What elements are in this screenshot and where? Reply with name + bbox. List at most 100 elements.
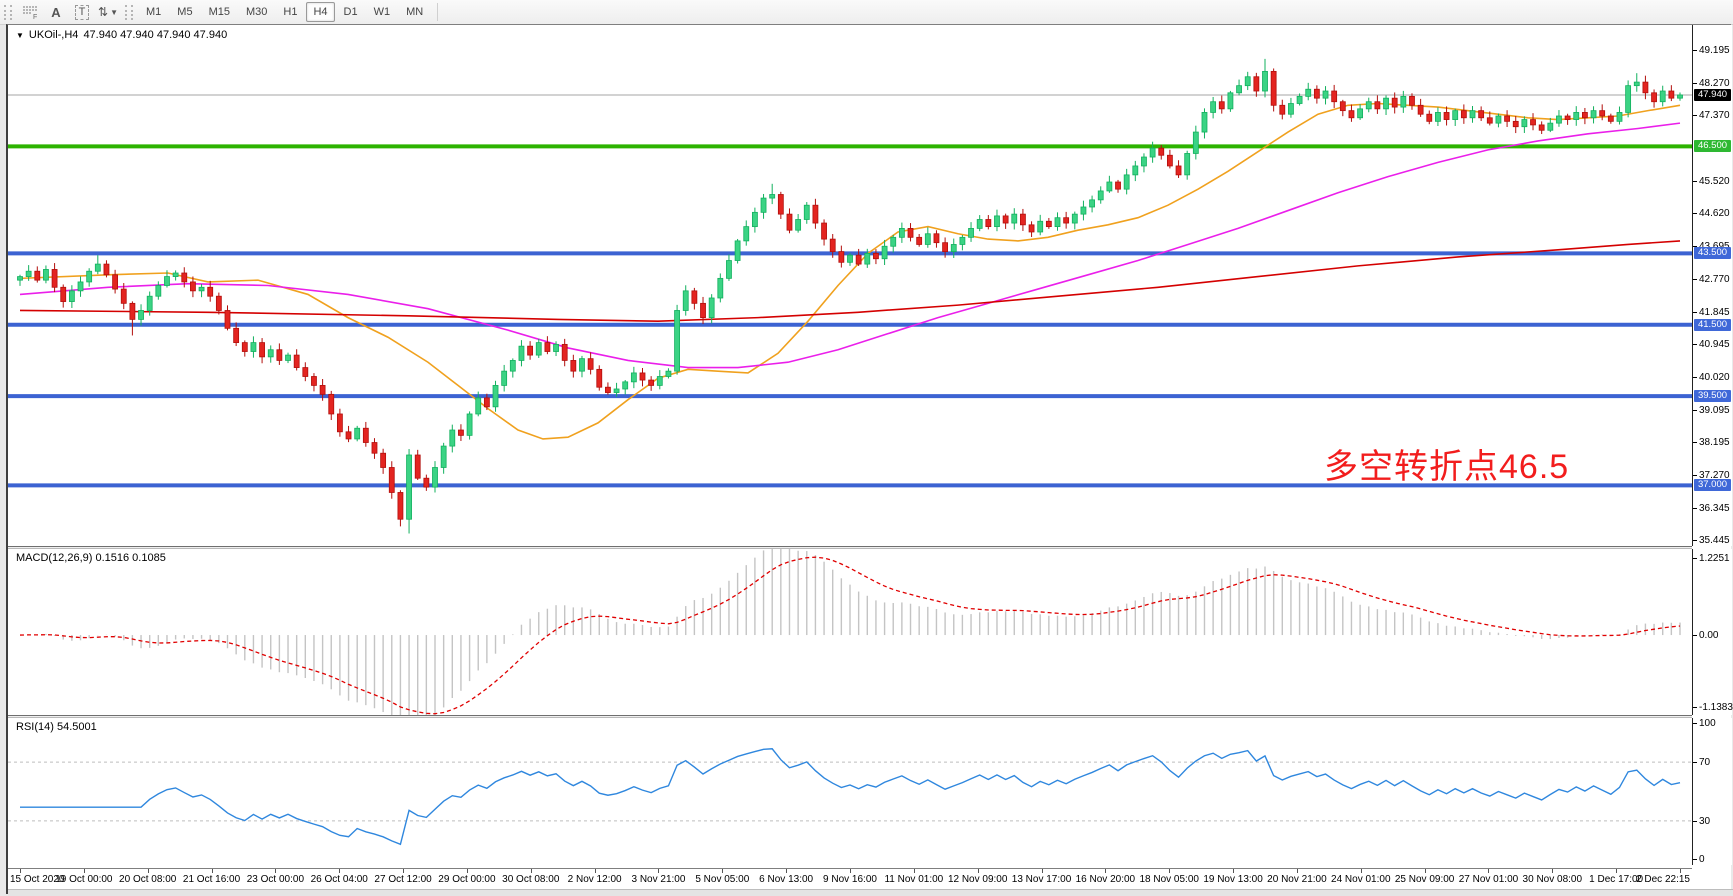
time-label: 24 Nov 01:00 — [1331, 874, 1391, 885]
time-label: 19 Oct 00:00 — [55, 874, 112, 885]
time-tick — [1105, 869, 1106, 873]
time-tick — [1680, 869, 1681, 873]
time-tick — [914, 869, 915, 873]
time-tick — [786, 869, 787, 873]
price-badge-39.500: 39.500 — [1694, 390, 1731, 402]
macd-tick: 0.00 — [1699, 630, 1718, 641]
time-label: 27 Oct 12:00 — [374, 874, 431, 885]
price-tick: 45.520 — [1699, 176, 1730, 187]
timeframe-button-m5[interactable]: M5 — [170, 2, 199, 22]
price-tick: 38.195 — [1699, 437, 1730, 448]
price-badge-37.000: 37.000 — [1694, 479, 1731, 491]
chevron-down-icon[interactable]: ▼ — [110, 8, 118, 17]
macd-axis[interactable]: 1.22510.00-1.1383 — [1692, 549, 1732, 715]
rsi-pane[interactable]: RSI(14) 54.5001 — [8, 718, 1692, 865]
price-axis[interactable]: 49.19548.27047.37045.52044.62043.69542.7… — [1692, 25, 1732, 546]
macd-pane[interactable]: MACD(12,26,9) 0.1516 0.1085 — [8, 549, 1692, 715]
time-label: 1 Dec 17:00 — [1589, 874, 1643, 885]
time-tick — [275, 869, 276, 873]
price-badge-41.500: 41.500 — [1694, 319, 1731, 331]
time-label: 21 Oct 16:00 — [183, 874, 240, 885]
time-tick — [1233, 869, 1234, 873]
price-tick: 35.445 — [1699, 535, 1730, 546]
price-badge-47.940: 47.940 — [1694, 89, 1731, 101]
time-tick — [84, 869, 85, 873]
timeframe-button-h1[interactable]: H1 — [276, 2, 304, 22]
toolbar-separator — [437, 3, 438, 21]
window-bottom-edge — [8, 889, 1733, 896]
price-tick: 41.845 — [1699, 307, 1730, 318]
time-tick — [467, 869, 468, 873]
time-tick — [1488, 869, 1489, 873]
timeframe-button-h4[interactable]: H4 — [306, 2, 334, 22]
toolbar: F A T ⇅ ▼ M1M5M15M30H1H4D1W1MN — [0, 0, 1733, 25]
timeframe-button-m1[interactable]: M1 — [139, 2, 168, 22]
text-label-tool-button[interactable]: T — [70, 1, 94, 23]
rsi-canvas[interactable] — [8, 718, 1692, 865]
price-badge-43.500: 43.500 — [1694, 247, 1731, 259]
time-label: 23 Oct 00:00 — [247, 874, 304, 885]
price-tick: 48.270 — [1699, 78, 1730, 89]
time-label: 26 Oct 04:00 — [311, 874, 368, 885]
time-axis[interactable]: 15 Oct 202019 Oct 00:0020 Oct 08:0021 Oc… — [8, 868, 1692, 889]
mt4-window: { "toolbar": { "tools": [ {"id": "templa… — [0, 0, 1733, 894]
macd-canvas[interactable] — [8, 549, 1692, 715]
templates-f-glyph: F — [33, 14, 37, 20]
time-label: 18 Nov 05:00 — [1139, 874, 1199, 885]
symbol-quotes: 47.940 47.940 47.940 47.940 — [83, 29, 227, 41]
templates-tool-icon[interactable]: F — [18, 1, 42, 23]
time-label: 30 Nov 08:00 — [1523, 874, 1583, 885]
price-tick: 44.620 — [1699, 208, 1730, 219]
time-label: 6 Nov 13:00 — [759, 874, 813, 885]
rsi-tick: 100 — [1699, 718, 1716, 729]
timeframe-button-w1[interactable]: W1 — [367, 2, 398, 22]
time-label: 2 Nov 12:00 — [568, 874, 622, 885]
timeframe-button-m30[interactable]: M30 — [239, 2, 274, 22]
rsi-tick: 0 — [1699, 854, 1705, 865]
time-tick — [531, 869, 532, 873]
time-label: 19 Nov 13:00 — [1203, 874, 1263, 885]
timeframe-button-mn[interactable]: MN — [399, 2, 430, 22]
price-tick: 39.095 — [1699, 405, 1730, 416]
chart-window: ▼ UKOil-,H4 47.940 47.940 47.940 47.940 … — [6, 24, 1731, 894]
time-label: 11 Nov 01:00 — [884, 874, 943, 885]
price-tick: 40.020 — [1699, 372, 1730, 383]
price-tick: 36.345 — [1699, 503, 1730, 514]
time-tick — [850, 869, 851, 873]
time-label: 30 Oct 08:00 — [502, 874, 559, 885]
time-label: 2 Dec 22:15 — [1636, 874, 1690, 885]
text-label-glyph: T — [75, 5, 90, 20]
rsi-tick: 70 — [1699, 757, 1710, 768]
toolbar-grip[interactable] — [4, 5, 12, 20]
timeframe-group: M1M5M15M30H1H4D1W1MN — [138, 2, 431, 22]
main-chart-pane[interactable]: ▼ UKOil-,H4 47.940 47.940 47.940 47.940 … — [8, 25, 1692, 546]
time-tick — [1297, 869, 1298, 873]
time-label: 3 Nov 21:00 — [631, 874, 685, 885]
rsi-axis[interactable]: 10070300 — [1692, 718, 1732, 865]
time-tick — [595, 869, 596, 873]
time-tick — [1425, 869, 1426, 873]
symbol-dropdown-icon[interactable]: ▼ — [16, 31, 24, 40]
time-label: 20 Oct 08:00 — [119, 874, 176, 885]
font-tool-button[interactable]: A — [44, 1, 68, 23]
symbol-title: UKOil-,H4 — [29, 29, 79, 41]
arrows-icon: ⇅ — [98, 5, 108, 19]
time-tick — [148, 869, 149, 873]
arrows-tool-button[interactable]: ⇅ ▼ — [96, 1, 120, 23]
price-badge-46.500: 46.500 — [1694, 140, 1731, 152]
timeframe-button-m15[interactable]: M15 — [202, 2, 237, 22]
time-tick — [722, 869, 723, 873]
time-tick — [1616, 869, 1617, 873]
time-label: 29 Oct 00:00 — [438, 874, 495, 885]
time-label: 5 Nov 05:00 — [695, 874, 749, 885]
time-tick — [658, 869, 659, 873]
price-tick: 40.945 — [1699, 339, 1730, 350]
time-tick — [1169, 869, 1170, 873]
time-label: 9 Nov 16:00 — [823, 874, 877, 885]
price-tick: 49.195 — [1699, 45, 1730, 56]
timeframe-button-d1[interactable]: D1 — [337, 2, 365, 22]
annotation-text: 多空转折点46.5 — [1324, 439, 1569, 488]
time-label: 16 Nov 20:00 — [1076, 874, 1136, 885]
toolbar-grip-2[interactable] — [125, 5, 133, 20]
time-tick — [403, 869, 404, 873]
